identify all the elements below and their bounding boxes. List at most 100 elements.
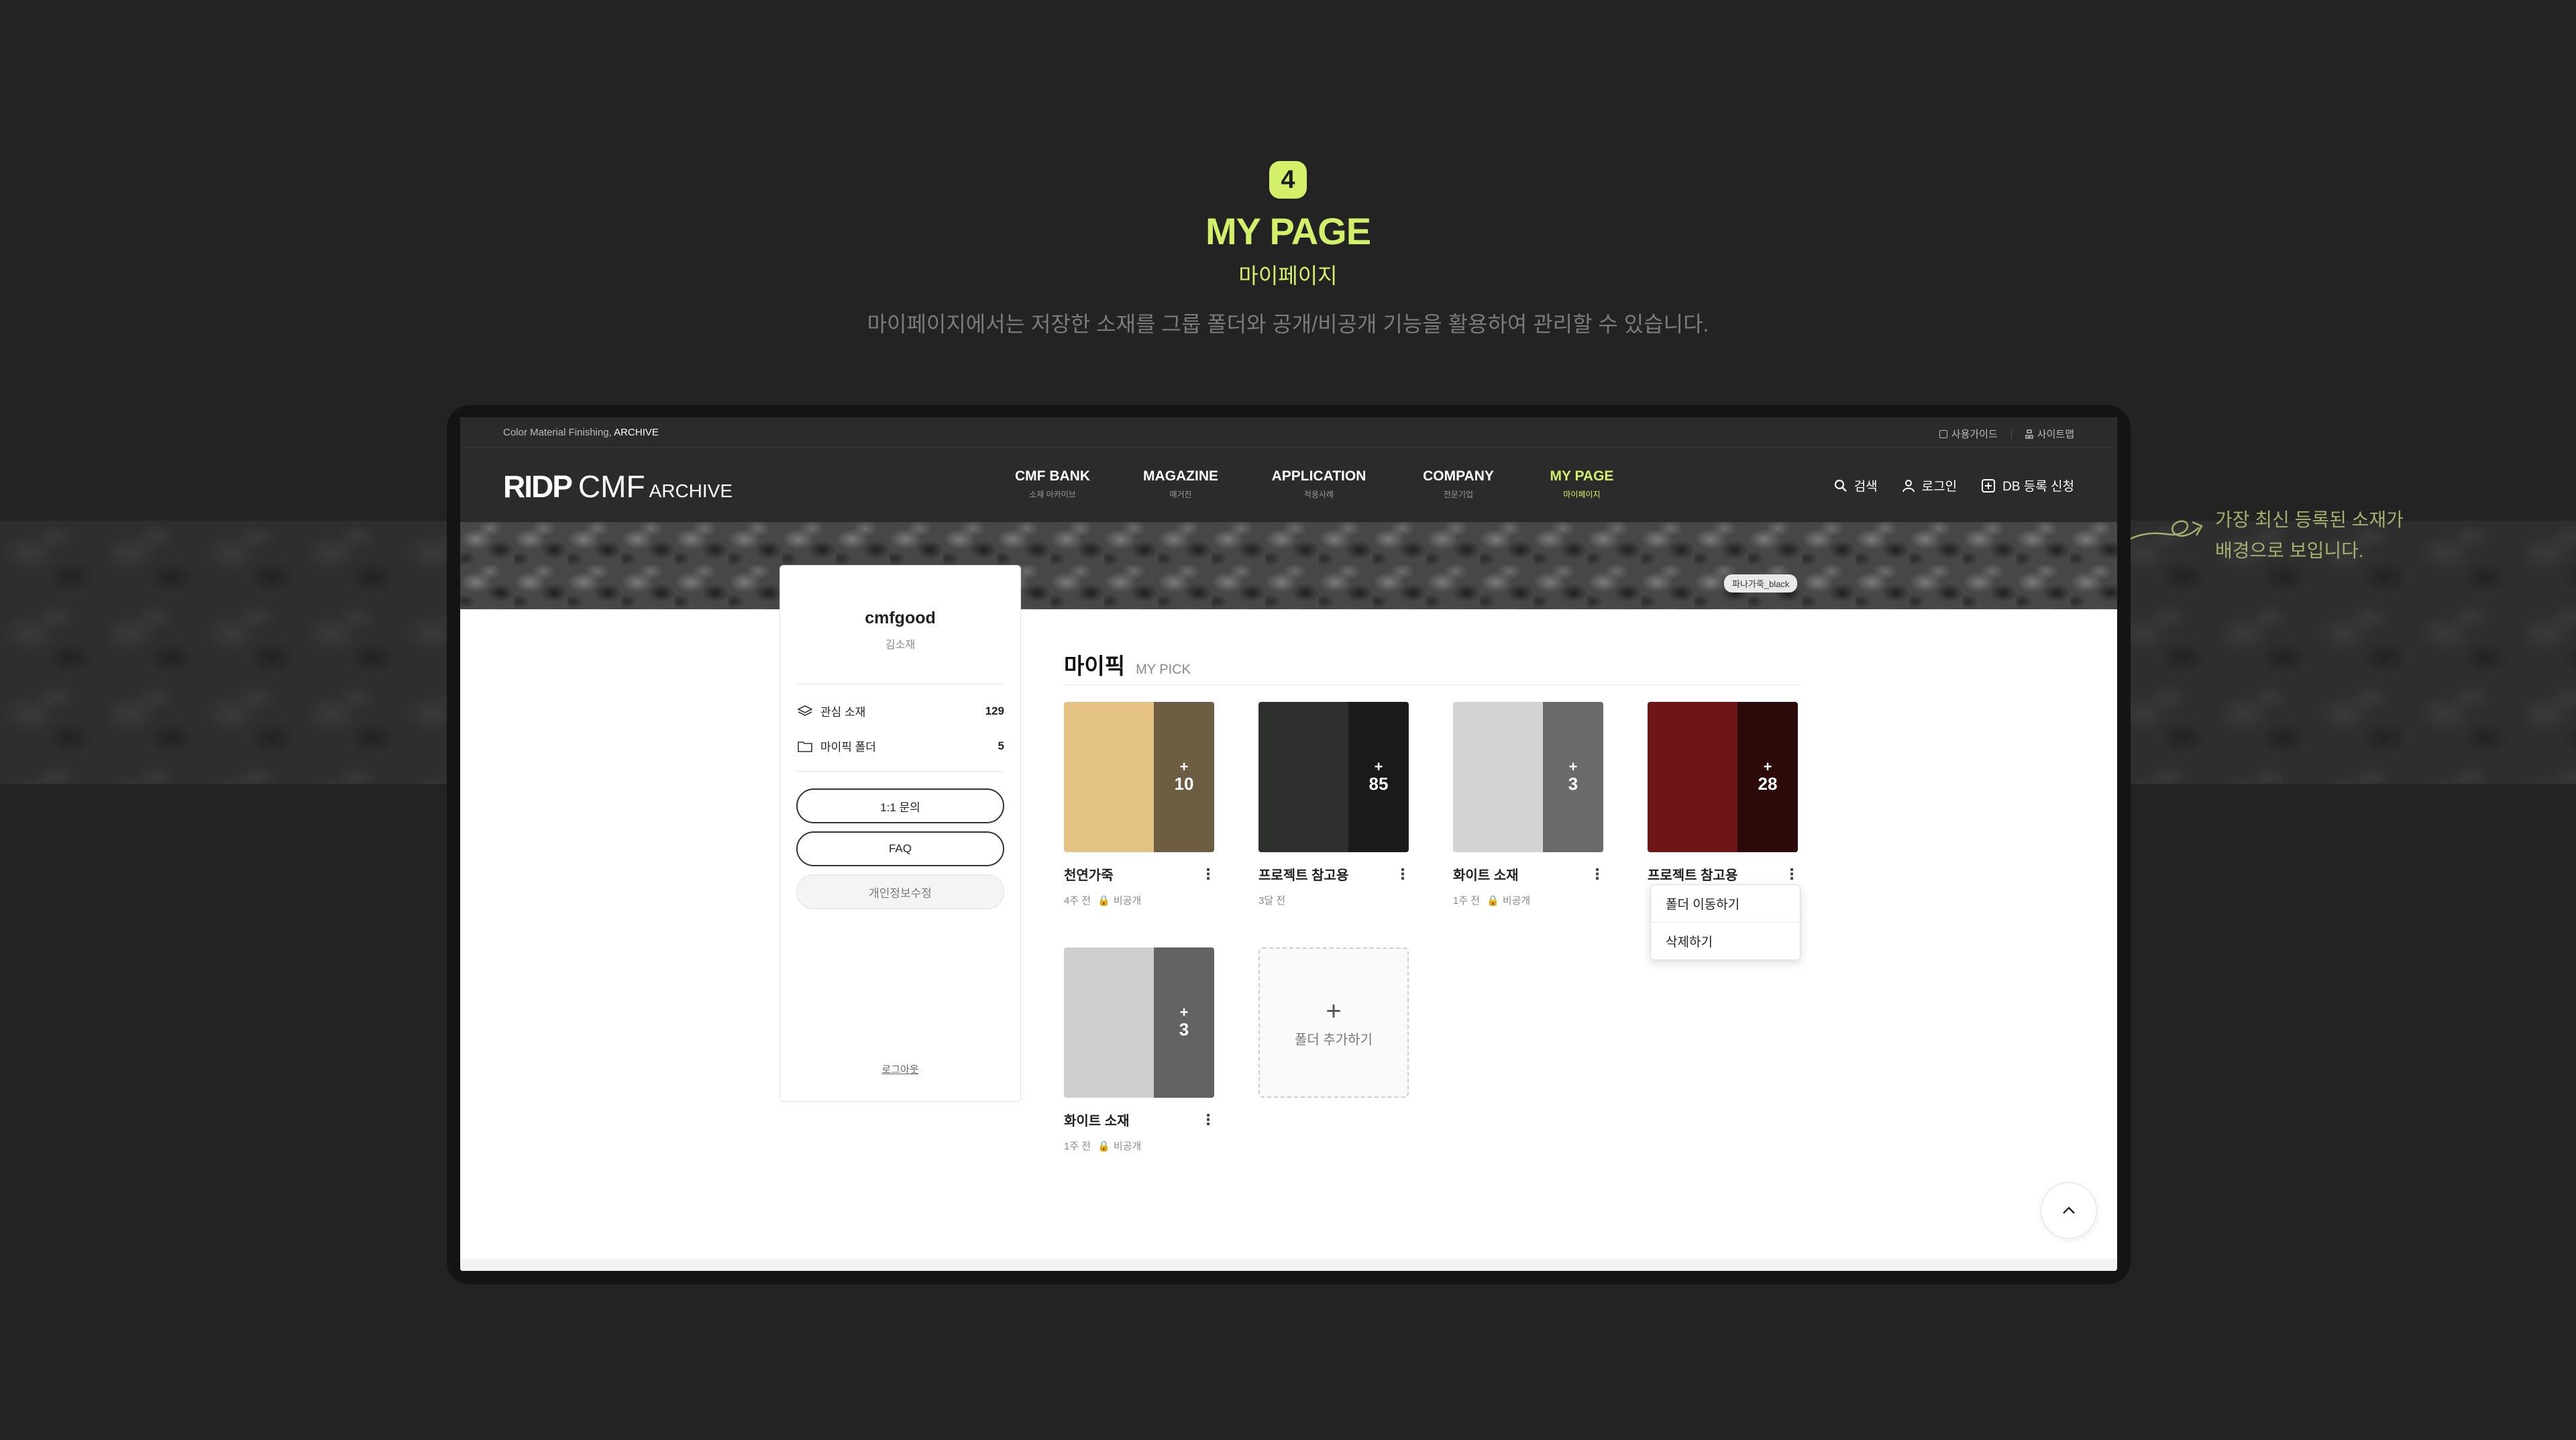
- more-vertical-icon[interactable]: ⋮: [1590, 866, 1605, 883]
- privacy-status: 🔒 비공개: [1487, 893, 1530, 907]
- folder-icon: [798, 741, 812, 752]
- db-register-button[interactable]: DB 등록 신청: [1981, 476, 2074, 495]
- faq-button[interactable]: FAQ: [796, 831, 1004, 866]
- nav-item-my-page[interactable]: MY PAGE 마이페이지: [1525, 468, 1638, 500]
- user-icon: [1902, 479, 1915, 492]
- more-vertical-icon[interactable]: ⋮: [1201, 866, 1216, 883]
- folder-thumbnail[interactable]: + 85: [1258, 702, 1409, 852]
- plus-icon: +: [1374, 758, 1383, 775]
- nav-item-label: MY PAGE: [1550, 468, 1614, 484]
- folder-count: 3: [1568, 773, 1578, 794]
- plus-icon: +: [1763, 758, 1772, 775]
- footer-strip: [460, 1259, 2117, 1271]
- nav-item-cmf-bank[interactable]: CMF BANK 소재 아카이브: [990, 468, 1115, 500]
- mypick-subtitle: MY PICK: [1136, 662, 1191, 677]
- stat-label: 관심 소재: [820, 706, 866, 719]
- folder-count: 3: [1179, 1019, 1189, 1039]
- guide-link-label: 사용가이드: [1951, 429, 1998, 440]
- divider: [1064, 684, 1799, 685]
- section-title: MY PAGE: [1205, 210, 1371, 252]
- section-description: 마이페이지에서는 저장한 소재를 그룹 폴더와 공개/비공개 기능을 활용하여 …: [867, 312, 1709, 336]
- chevron-up-icon: [2063, 1206, 2075, 1214]
- annotation-line-1: 가장 최신 등록된 소재가: [2215, 509, 2404, 530]
- tagline-prefix: Color Material Finishing,: [503, 427, 612, 438]
- sitemap-icon: [2025, 429, 2033, 439]
- nav-item-label: CMF BANK: [1015, 468, 1090, 484]
- hero-material-background: 파나가죽_black: [460, 522, 2117, 609]
- hero-material-tag[interactable]: 파나가죽_black: [1724, 574, 1798, 593]
- folder-name: 화이트 소재: [1453, 868, 1519, 883]
- search-button-label: 검색: [1854, 480, 1878, 494]
- folder-thumbnail[interactable]: + 3: [1453, 702, 1603, 852]
- stat-interest-materials[interactable]: 관심 소재 129: [798, 703, 1004, 719]
- add-folder-button[interactable]: + 폴더 추가하기: [1258, 947, 1409, 1098]
- inquiry-button[interactable]: 1:1 문의: [796, 788, 1004, 823]
- nav-item-label: APPLICATION: [1271, 468, 1366, 484]
- folder-thumbnail[interactable]: + 28: [1648, 702, 1798, 852]
- guide-link[interactable]: 사용가이드: [1939, 427, 1998, 441]
- more-vertical-icon[interactable]: ⋮: [1784, 866, 1799, 883]
- folder-card[interactable]: + 85 프로젝트 참고용 ⋮ 3달 전: [1258, 702, 1410, 907]
- site-tagline: Color Material Finishing, ARCHIVE: [503, 427, 659, 438]
- nav-item-magazine[interactable]: MAGAZINE 매거진: [1115, 468, 1246, 500]
- logo-ridp: RIDP: [503, 469, 573, 504]
- nav-actions: 검색 로그인 DB 등록 신청: [1834, 476, 2074, 495]
- sitemap-link[interactable]: 사이트맵: [2025, 427, 2074, 441]
- folder-count-overlay: + 28: [1737, 702, 1798, 852]
- folder-count-overlay: + 3: [1154, 947, 1214, 1098]
- folder-card[interactable]: + 3 화이트 소재 ⋮ 1주 전 🔒 비공개: [1453, 702, 1605, 907]
- annotation-note: 가장 최신 등록된 소재가 배경으로 보입니다.: [2215, 505, 2443, 566]
- login-button[interactable]: 로그인: [1902, 476, 1957, 495]
- edit-profile-button[interactable]: 개인정보수정: [796, 874, 1004, 909]
- scroll-to-top-button[interactable]: [2041, 1182, 2097, 1239]
- folder-card[interactable]: + 10 천연가죽 ⋮ 4주 전 🔒 비공개: [1064, 702, 1216, 907]
- search-icon: [1834, 479, 1847, 492]
- nav-item-company[interactable]: COMPANY 전문기업: [1391, 468, 1525, 500]
- privacy-label: 비공개: [1113, 895, 1142, 907]
- folder-count: 85: [1368, 773, 1389, 794]
- menu-item-move-folder[interactable]: 폴더 이동하기: [1651, 885, 1800, 922]
- privacy-label: 비공개: [1502, 895, 1531, 907]
- folder-card[interactable]: + 28 프로젝트 참고용 ⋮: [1648, 702, 1799, 884]
- folder-count-overlay: + 10: [1154, 702, 1214, 852]
- plus-icon: +: [1326, 996, 1342, 1026]
- section-number-badge: 4: [1269, 161, 1307, 199]
- plus-icon: +: [1179, 758, 1189, 775]
- profile-username: cmfgood: [865, 609, 936, 627]
- tagline-bold: ARCHIVE: [614, 427, 659, 438]
- material-swatch: [1453, 702, 1543, 852]
- lock-icon: 🔒: [1097, 1140, 1110, 1152]
- folder-thumbnail[interactable]: + 10: [1064, 702, 1214, 852]
- nav-item-sublabel: 마이페이지: [1563, 490, 1601, 499]
- utility-links: 사용가이드 사이트맵: [1939, 427, 2074, 441]
- folder-time: 1주 전: [1453, 895, 1481, 907]
- mypick-header: 마이픽 MY PICK: [1064, 648, 1191, 680]
- mypick-title: 마이픽: [1064, 654, 1126, 678]
- folder-card[interactable]: + 3 화이트 소재 ⋮ 1주 전 🔒 비공개: [1064, 947, 1216, 1153]
- nav-item-sublabel: 전문기업: [1443, 490, 1474, 499]
- add-folder-label: 폴더 추가하기: [1295, 1032, 1373, 1047]
- site-logo[interactable]: RIDP CMF ARCHIVE: [503, 468, 733, 505]
- screen: Color Material Finishing, ARCHIVE 사용가이드 …: [460, 417, 2117, 1271]
- nav-item-sublabel: 적용사례: [1303, 490, 1334, 499]
- nav-menu: CMF BANK 소재 아카이브 MAGAZINE 매거진 APPLICATIO…: [990, 468, 1638, 500]
- db-register-button-label: DB 등록 신청: [2002, 480, 2074, 494]
- folder-name: 화이트 소재: [1064, 1114, 1130, 1129]
- menu-item-delete[interactable]: 삭제하기: [1651, 922, 1800, 960]
- material-swatch: [1064, 947, 1154, 1098]
- privacy-label: 비공개: [1113, 1141, 1142, 1152]
- more-vertical-icon[interactable]: ⋮: [1201, 1111, 1216, 1129]
- divider: [2010, 429, 2012, 439]
- logout-link[interactable]: 로그아웃: [780, 1062, 1020, 1076]
- more-vertical-icon[interactable]: ⋮: [1395, 866, 1410, 883]
- divider: [796, 771, 1004, 772]
- nav-item-application[interactable]: APPLICATION 적용사례: [1246, 468, 1391, 500]
- material-swatch: [1064, 702, 1154, 852]
- folder-count: 10: [1174, 773, 1194, 794]
- search-button[interactable]: 검색: [1834, 476, 1878, 495]
- stat-mypick-folders[interactable]: 마이픽 폴더 5: [798, 737, 1004, 754]
- lock-icon: 🔒: [1487, 894, 1499, 907]
- folder-thumbnail[interactable]: + 3: [1064, 947, 1214, 1098]
- plus-icon: +: [1568, 758, 1578, 775]
- nav-item-label: MAGAZINE: [1143, 468, 1218, 484]
